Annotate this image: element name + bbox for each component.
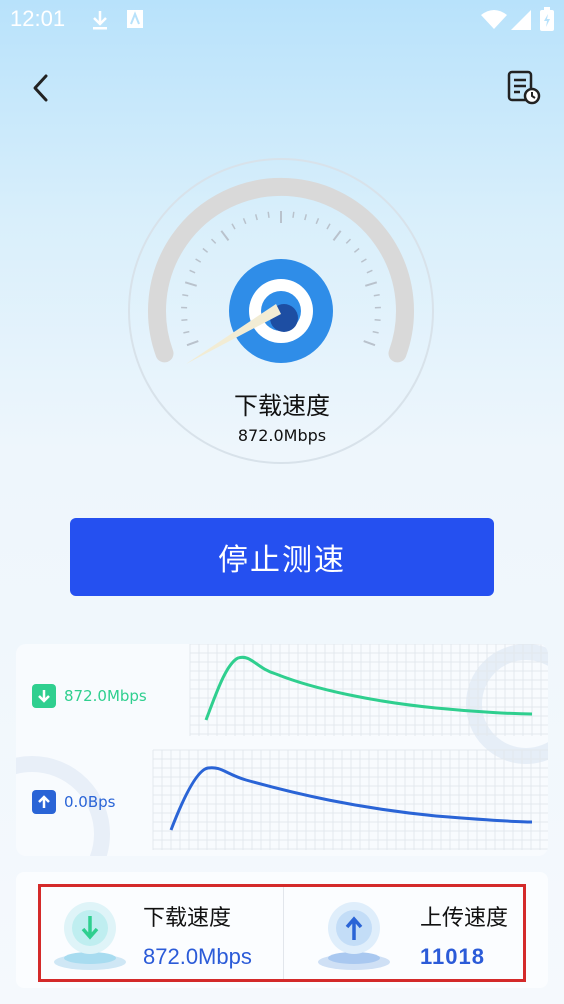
gauge-tick [372,330,379,334]
gauge-value: 872.0Mbps [237,426,327,445]
speed-chart [16,644,548,856]
header [0,60,564,120]
gauge-tick [210,238,217,244]
wifi-icon [481,10,507,29]
gauge-tick [365,281,378,287]
highlight-box [38,884,526,982]
gauge-tick [332,230,342,242]
gauge-tick [254,214,258,221]
upload-chart-grid [152,749,548,850]
gauge-tick [181,318,188,322]
signal-icon [511,10,531,30]
app-notification-icon [127,10,143,28]
status-time: 12:01 [10,6,66,31]
download-notification-icon [93,11,107,30]
download-arrow-icon [32,684,56,708]
gauge-tick [184,281,197,287]
status-bar: 12:01 [0,0,564,40]
gauge-tick [195,258,202,263]
speed-chart-card: 872.0Mbps 0.0Bps [16,644,548,856]
gauge-tick [267,211,270,218]
history-icon[interactable] [504,68,544,108]
battery-icon [540,7,554,31]
gauge-tick [202,247,209,253]
gauge-tick [189,269,196,274]
gauge-tick [363,340,376,347]
gauge-tick [360,258,367,263]
gauge-tick [374,318,381,322]
gauge-tick [231,223,236,230]
download-legend: 872.0Mbps [32,684,147,708]
gauge-tick [292,211,295,218]
gauge-tick [366,269,373,274]
gauge-tick [345,238,352,244]
gauge-tick [304,214,308,221]
download-legend-value: 872.0Mbps [64,687,147,705]
gauge-tick [242,218,247,225]
stop-test-button[interactable]: 停止测速 [70,518,494,596]
gauge-tick [182,294,189,297]
gauge-tick [186,340,199,347]
upload-legend: 0.0Bps [32,790,115,814]
gauge-tick [315,218,320,225]
gauge-tick [353,247,360,253]
back-icon[interactable] [24,70,60,106]
gauge-tick [183,330,190,334]
upload-legend-value: 0.0Bps [64,793,116,811]
upload-arrow-icon [32,790,56,814]
gauge-tick [326,223,331,230]
gauge-label: 下载速度 [234,392,330,420]
gauge-tick [220,230,230,242]
gauge-tick [373,294,380,297]
